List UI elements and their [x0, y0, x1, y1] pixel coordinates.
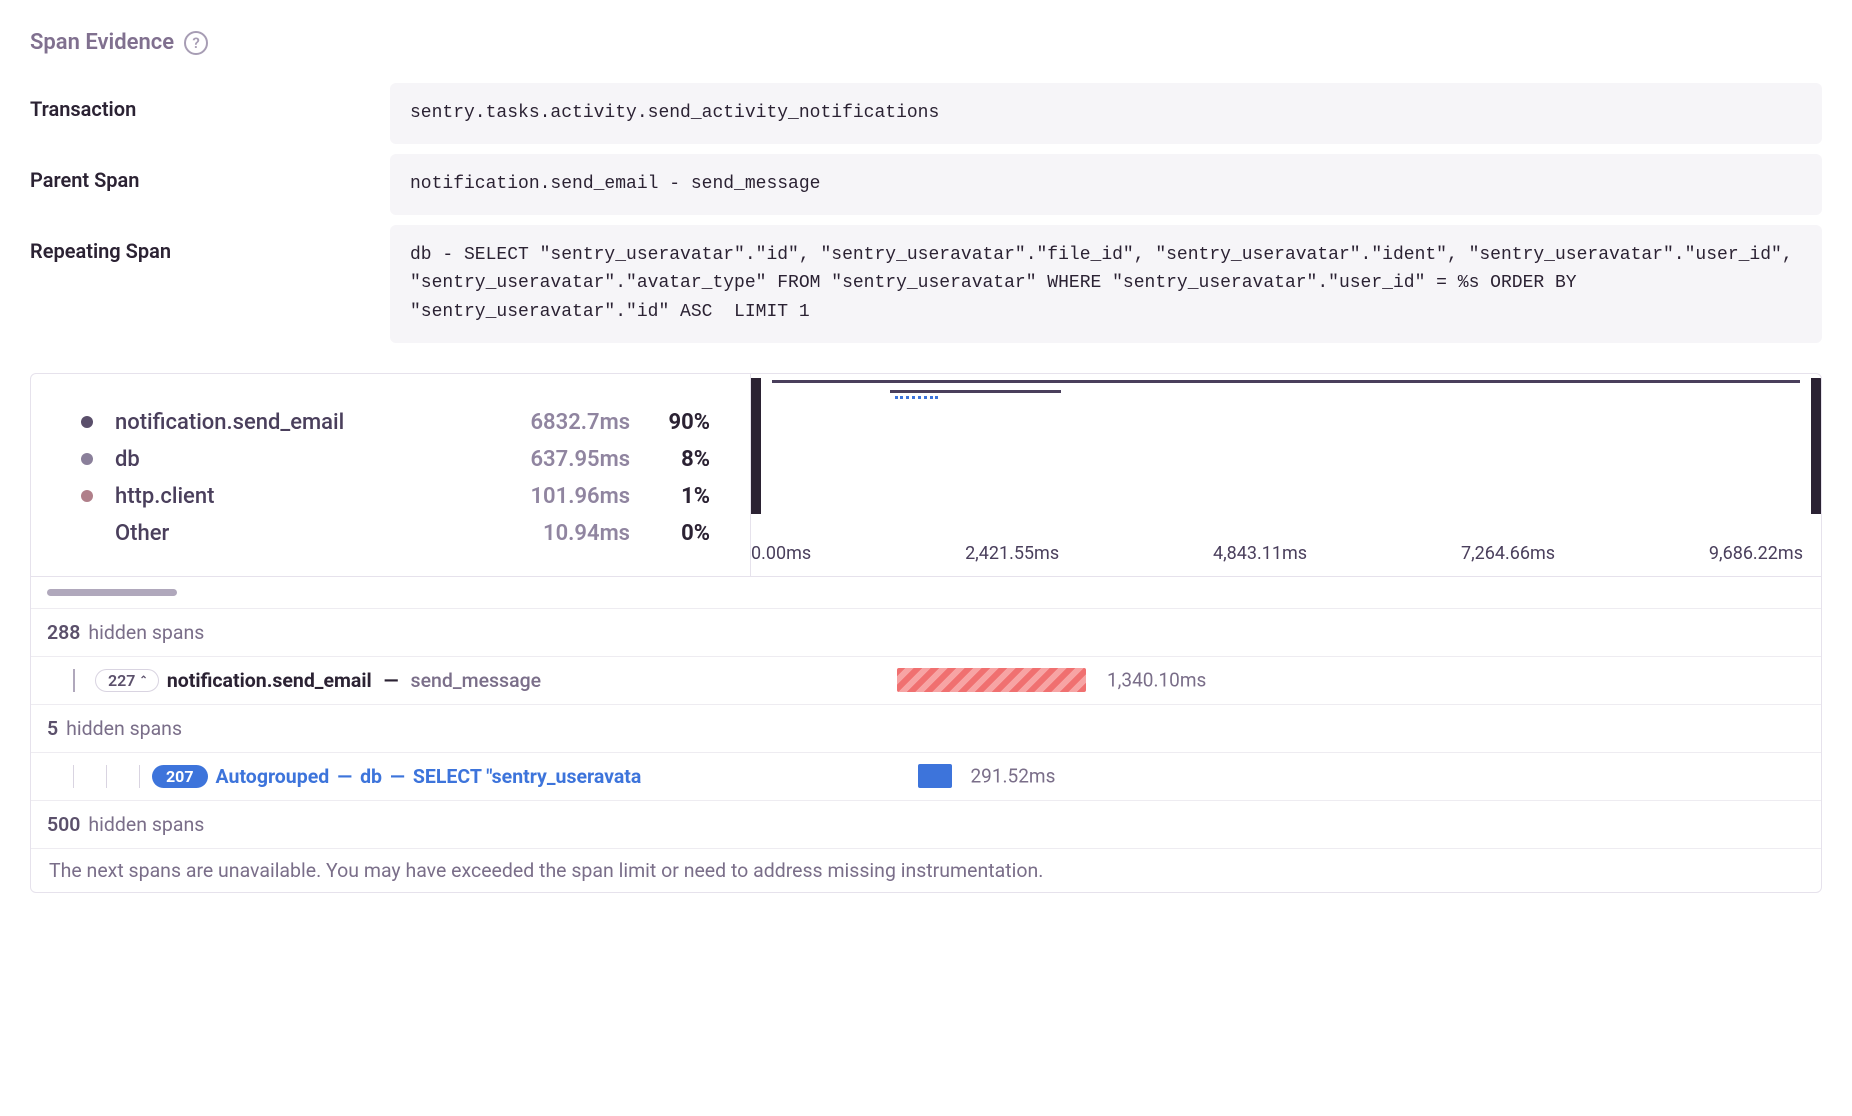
trace-row-span[interactable]: 227 ⌃ notification.send_email — send_mes… [31, 657, 1821, 705]
minimap-overview-bar [772, 380, 1799, 383]
evidence-row-parent-span: Parent Span notification.send_email - se… [30, 154, 1822, 215]
evidence-key: Transaction [30, 83, 390, 121]
tree-line-icon [106, 765, 107, 788]
hidden-spans-label: 288 hidden spans [31, 615, 771, 650]
hidden-text: hidden spans [88, 813, 204, 836]
evidence-row-transaction: Transaction sentry.tasks.activity.send_a… [30, 83, 1822, 144]
hidden-text: hidden spans [66, 717, 182, 740]
legend-pct: 0% [630, 521, 710, 546]
info-text: The next spans are unavailable. You may … [49, 859, 1043, 882]
legend-pct: 1% [630, 484, 710, 509]
legend-dot-icon [81, 490, 93, 502]
tree-line-icon [73, 669, 75, 692]
span-desc: SELECT "sentry_useravata [413, 765, 641, 788]
minimap-overview-bar [890, 390, 1061, 393]
tick-label: 9,686.22ms [1709, 543, 1803, 564]
minimap-handle-left[interactable] [751, 378, 761, 514]
tree-line-icon [139, 765, 140, 788]
span-duration: 291.52ms [971, 765, 1056, 788]
trace-row-scrollbar [31, 577, 1821, 609]
trace-row-hidden[interactable]: 500 hidden spans [31, 801, 1821, 849]
trace-container: notification.send_email 6832.7ms 90% db … [30, 373, 1822, 893]
trace-row-hidden[interactable]: 288 hidden spans [31, 609, 1821, 657]
hidden-count: 5 [47, 717, 58, 740]
legend-row[interactable]: notification.send_email 6832.7ms 90% [81, 404, 710, 441]
trace-rows: 288 hidden spans 227 ⌃ notification.send… [31, 577, 1821, 892]
section-title: Span Evidence [30, 30, 174, 55]
help-icon[interactable]: ? [184, 31, 208, 55]
section-header: Span Evidence ? [30, 30, 1822, 55]
legend-pct: 8% [630, 447, 710, 472]
span-db-label: db [360, 765, 382, 788]
legend-time: 101.96ms [470, 484, 630, 509]
legend-row[interactable]: http.client 101.96ms 1% [81, 478, 710, 515]
tick-label: 2,421.55ms [965, 543, 1059, 564]
legend-dot-icon [81, 453, 93, 465]
trace-row-hidden[interactable]: 5 hidden spans [31, 705, 1821, 753]
legend-name: http.client [115, 484, 470, 509]
span-desc: send_message [411, 669, 542, 692]
autogroup-count-badge[interactable]: 207 [152, 765, 208, 788]
legend-dot-icon [81, 416, 93, 428]
legend-dot-icon [81, 527, 93, 539]
tick-label: 4,843.11ms [1213, 543, 1307, 564]
hidden-spans-label: 500 hidden spans [31, 807, 771, 842]
evidence-value[interactable]: db - SELECT "sentry_useravatar"."id", "s… [390, 225, 1822, 343]
legend-pct: 90% [630, 410, 710, 435]
span-bar[interactable] [897, 668, 1086, 692]
trace-minimap[interactable]: 0.00ms 2,421.55ms 4,843.11ms 7,264.66ms … [751, 374, 1821, 576]
tree-line-icon [73, 765, 74, 788]
evidence-row-repeating-span: Repeating Span db - SELECT "sentry_usera… [30, 225, 1822, 343]
hidden-spans-label: 5 hidden spans [31, 711, 771, 746]
legend-name: Other [115, 521, 470, 546]
span-duration: 1,340.10ms [1107, 669, 1206, 692]
chevron-up-icon: ⌃ [139, 675, 147, 686]
minimap-ticks: 0.00ms 2,421.55ms 4,843.11ms 7,264.66ms … [751, 543, 1821, 564]
legend-time: 6832.7ms [470, 410, 630, 435]
trace-legend: notification.send_email 6832.7ms 90% db … [31, 374, 751, 576]
evidence-value[interactable]: sentry.tasks.activity.send_activity_noti… [390, 83, 1822, 144]
minimap-canvas [751, 374, 1821, 518]
evidence-key: Repeating Span [30, 225, 390, 263]
minimap-handle-right[interactable] [1811, 378, 1821, 514]
tick-label: 0.00ms [751, 543, 811, 564]
span-separator: — [384, 669, 399, 692]
horizontal-scrollbar[interactable] [47, 589, 177, 596]
legend-name: notification.send_email [115, 410, 470, 435]
hidden-count: 500 [47, 813, 80, 836]
legend-row[interactable]: db 637.95ms 8% [81, 441, 710, 478]
minimap-overview-bar [895, 396, 938, 400]
legend-name: db [115, 447, 470, 472]
hidden-count: 288 [47, 621, 80, 644]
span-autogrouped-label: Autogrouped [216, 765, 330, 788]
trace-row-span[interactable]: 207 Autogrouped — db — SELECT "sentry_us… [31, 753, 1821, 801]
legend-time: 637.95ms [470, 447, 630, 472]
span-separator: — [337, 765, 352, 788]
tick-label: 7,264.66ms [1461, 543, 1555, 564]
evidence-key: Parent Span [30, 154, 390, 192]
span-children-pill[interactable]: 227 ⌃ [95, 669, 159, 692]
span-bar[interactable] [918, 764, 952, 788]
span-children-count: 227 [108, 671, 135, 690]
hidden-text: hidden spans [88, 621, 204, 644]
legend-time: 10.94ms [470, 521, 630, 546]
span-title: notification.send_email [167, 669, 372, 692]
evidence-value[interactable]: notification.send_email - send_message [390, 154, 1822, 215]
trace-top: notification.send_email 6832.7ms 90% db … [31, 374, 1821, 577]
span-separator: — [390, 765, 405, 788]
legend-row[interactable]: Other 10.94ms 0% [81, 515, 710, 552]
info-row: The next spans are unavailable. You may … [31, 849, 1821, 892]
